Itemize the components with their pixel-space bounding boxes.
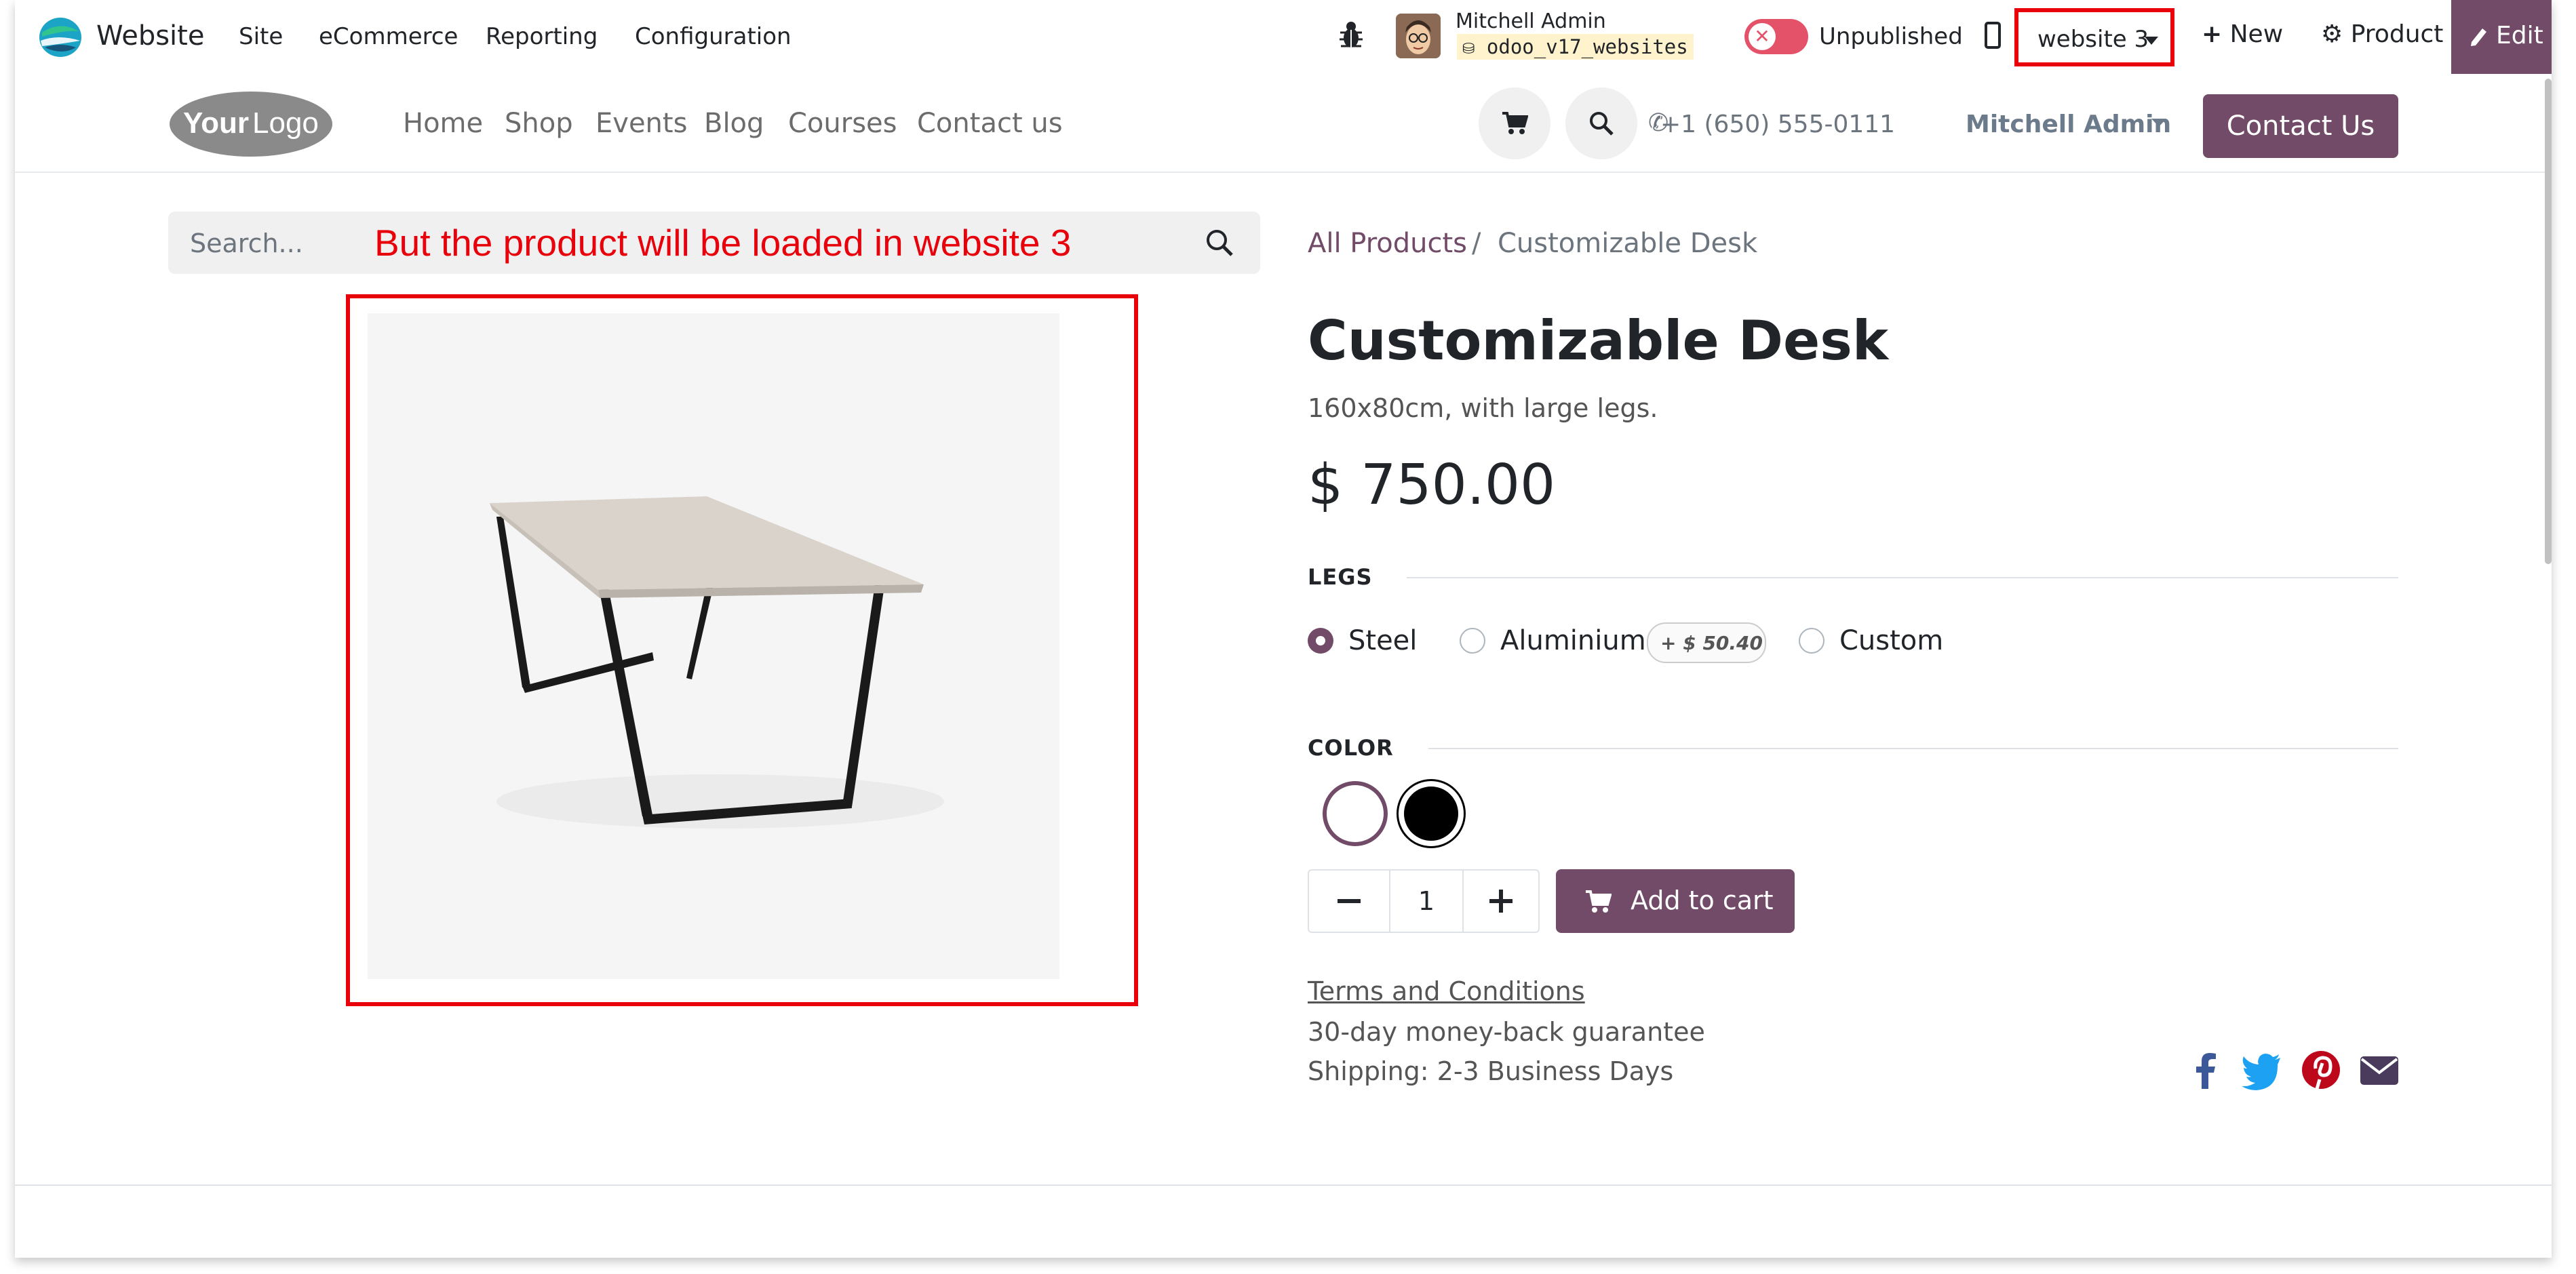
database-name: odoo_v17_websites <box>1486 35 1688 58</box>
product-description: 160x80cm, with large legs. <box>1308 393 1658 423</box>
legs-divider <box>1407 577 2398 578</box>
odoo-website-app-icon[interactable] <box>38 16 83 58</box>
admin-navbar: Website Site eCommerce Reporting Configu… <box>15 0 2552 77</box>
breadcrumb-separator: / <box>1472 228 1481 259</box>
product-price: $ 750.00 <box>1308 453 1556 517</box>
extra-price-text: + $ 50.40 <box>1660 632 1763 654</box>
menu-site[interactable]: Site <box>239 23 283 50</box>
add-to-cart-label: Add to cart <box>1631 885 1774 915</box>
product-button-label: Product <box>2350 20 2444 48</box>
breadcrumb-current: Customizable Desk <box>1498 228 1758 259</box>
new-button[interactable]: + New <box>2202 20 2283 48</box>
legs-radio-steel[interactable] <box>1308 628 1333 654</box>
product-settings-button[interactable]: ⚙ Product <box>2321 20 2443 48</box>
contact-us-button[interactable]: Contact Us <box>2203 94 2398 158</box>
user-name[interactable]: Mitchell Admin <box>1456 9 1606 33</box>
color-swatch-white[interactable] <box>1323 781 1388 846</box>
app-name[interactable]: Website <box>96 20 204 52</box>
website-header: Your Logo Home Shop Events Blog Courses … <box>15 75 2552 173</box>
legs-option-steel[interactable]: Steel <box>1348 625 1417 656</box>
nav-events[interactable]: Events <box>596 108 687 139</box>
product-image[interactable] <box>368 313 1059 979</box>
nav-courses[interactable]: Courses <box>788 108 897 139</box>
annotation-text: But the product will be loaded in websit… <box>374 222 1072 264</box>
svg-text:Logo: Logo <box>252 106 319 140</box>
browser-page: Website Site eCommerce Reporting Configu… <box>15 0 2552 1258</box>
cart-button[interactable] <box>1479 87 1550 159</box>
footer-divider <box>15 1185 2552 1186</box>
legs-attribute-label: LEGS <box>1308 564 1373 590</box>
quantity-increase-button[interactable] <box>1462 871 1540 932</box>
contact-us-label: Contact Us <box>2226 111 2375 142</box>
breadcrumb-all-products[interactable]: All Products <box>1308 228 1467 259</box>
cart-icon <box>1586 890 1612 913</box>
terms-and-conditions-link[interactable]: Terms and Conditions <box>1308 976 1585 1006</box>
color-divider <box>1428 748 2398 749</box>
database-name-badge: ⛁ odoo_v17_websites <box>1457 34 1694 60</box>
product-title: Customizable Desk <box>1308 309 1889 372</box>
menu-reporting[interactable]: Reporting <box>486 23 598 50</box>
publish-status-label[interactable]: Unpublished <box>1819 23 1963 50</box>
legs-option-custom[interactable]: Custom <box>1839 625 1943 656</box>
search-submit-icon[interactable] <box>1202 225 1238 262</box>
gear-icon: ⚙ <box>2321 20 2343 48</box>
website-switcher-label: website 3 <box>2037 26 2149 53</box>
cart-icon <box>1502 112 1528 134</box>
website-switcher-dropdown[interactable]: website 3 <box>2014 8 2174 66</box>
legs-radio-aluminium[interactable] <box>1460 628 1485 654</box>
menu-ecommerce[interactable]: eCommerce <box>319 23 458 50</box>
new-button-label: New <box>2229 20 2284 48</box>
nav-blog[interactable]: Blog <box>704 108 764 139</box>
site-search-button[interactable] <box>1565 87 1637 159</box>
search-icon <box>1590 112 1614 136</box>
twitter-icon[interactable] <box>2240 1048 2283 1092</box>
color-swatch-black[interactable] <box>1399 781 1464 846</box>
nav-shop[interactable]: Shop <box>505 108 573 139</box>
publish-toggle[interactable]: ✕ <box>1744 19 1808 54</box>
guarantee-text: 30-day money-back guarantee <box>1308 1017 1705 1047</box>
site-logo[interactable]: Your Logo <box>168 90 334 158</box>
user-avatar[interactable] <box>1396 14 1441 58</box>
edit-button-label: Edit <box>2496 22 2543 49</box>
color-attribute-label: COLOR <box>1308 735 1394 761</box>
quantity-stepper: 1 <box>1308 869 1540 933</box>
shipping-text: Shipping: 2-3 Business Days <box>1308 1056 1674 1086</box>
quantity-input[interactable]: 1 <box>1389 871 1464 932</box>
legs-radio-custom[interactable] <box>1799 628 1824 654</box>
database-icon: ⛁ <box>1462 41 1475 58</box>
user-caret-down-icon <box>2151 119 2166 127</box>
nav-contact-us[interactable]: Contact us <box>917 108 1063 139</box>
email-icon[interactable] <box>2358 1048 2401 1092</box>
debug-bug-icon[interactable] <box>1338 19 1365 50</box>
user-avatar-image <box>1396 14 1441 58</box>
svg-text:Your: Your <box>183 106 249 140</box>
pinterest-icon[interactable] <box>2299 1048 2343 1092</box>
add-to-cart-button[interactable]: Add to cart <box>1556 869 1795 933</box>
nav-home[interactable]: Home <box>403 108 483 139</box>
edit-button[interactable]: Edit <box>2451 0 2552 74</box>
quantity-decrease-button[interactable] <box>1309 871 1389 932</box>
legs-option-aluminium[interactable]: Aluminium <box>1500 625 1646 656</box>
pencil-icon <box>2471 28 2486 46</box>
caret-down-icon <box>2145 37 2158 45</box>
mobile-preview-icon[interactable] <box>1985 22 2001 49</box>
page-scrollbar[interactable] <box>2545 79 2552 564</box>
menu-configuration[interactable]: Configuration <box>635 23 792 50</box>
user-dropdown[interactable]: Mitchell Admin <box>1966 111 2171 138</box>
extra-price-badge: + $ 50.40 <box>1647 622 1766 663</box>
plus-icon: + <box>2202 20 2223 48</box>
unpublished-x-icon: ✕ <box>1749 23 1776 50</box>
phone-number[interactable]: +1 (650) 555-0111 <box>1660 111 1895 138</box>
desk-image <box>368 313 1059 979</box>
facebook-icon[interactable] <box>2184 1048 2227 1092</box>
